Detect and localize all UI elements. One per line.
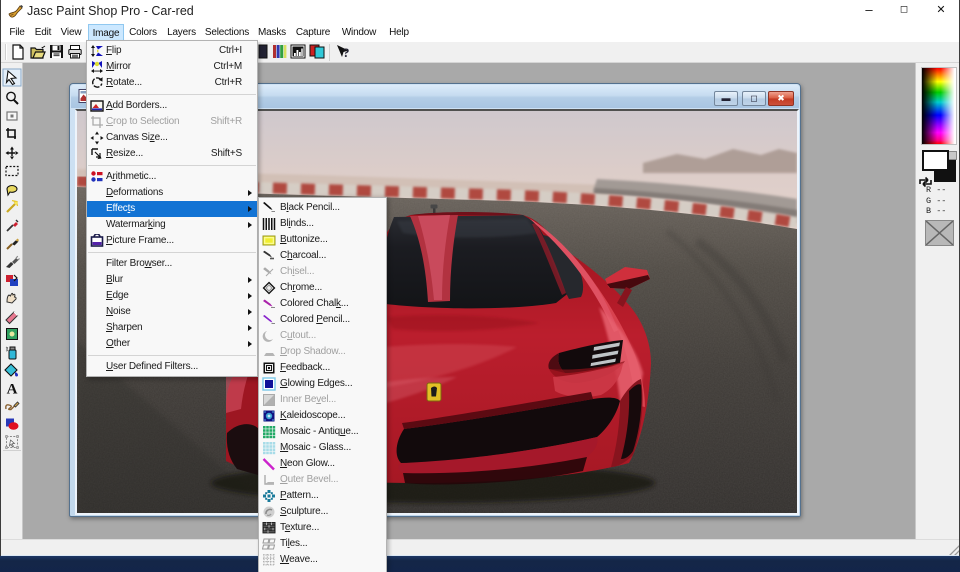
svg-text:A: A bbox=[7, 382, 18, 398]
svg-text:?: ? bbox=[343, 45, 350, 60]
